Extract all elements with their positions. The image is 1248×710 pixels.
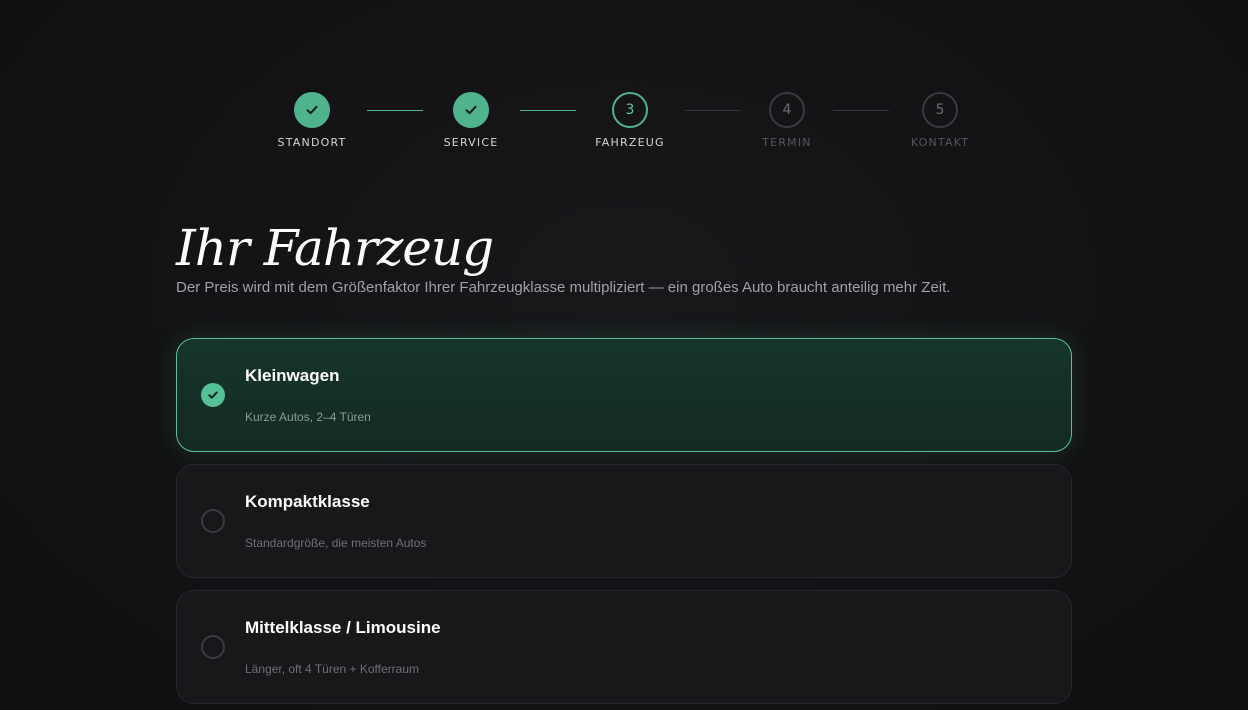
step-circle-1[interactable] (294, 92, 330, 128)
vehicle-class-options: Kleinwagen Kurze Autos, 2–4 Türen Kompak… (176, 338, 1072, 710)
step-kontakt: 5 KONTAKT (880, 92, 1000, 149)
step-termin: 4 TERMIN (727, 92, 847, 149)
step-fahrzeug[interactable]: 3 FAHRZEUG (570, 92, 690, 149)
page-subtitle: Der Preis wird mit dem Größenfaktor Ihre… (176, 279, 951, 296)
option-title: Kompaktklasse (245, 492, 370, 511)
option-kleinwagen[interactable]: Kleinwagen Kurze Autos, 2–4 Türen (176, 338, 1072, 452)
step-standort[interactable]: STANDORT (252, 92, 372, 149)
step-circle-3[interactable]: 3 (612, 92, 648, 128)
option-mittelklasse[interactable]: Mittelklasse / Limousine Länger, oft 4 T… (176, 590, 1072, 704)
option-description: Standardgröße, die meisten Autos (245, 536, 427, 550)
step-label-5: KONTAKT (910, 136, 970, 149)
radio-unselected[interactable] (201, 635, 225, 659)
step-label-4: TERMIN (762, 136, 812, 149)
step-label-1: STANDORT (277, 136, 347, 149)
step-label-2: SERVICE (443, 136, 499, 149)
check-icon (306, 105, 318, 115)
check-icon (208, 391, 218, 399)
page-title: Ihr Fahrzeug (176, 219, 494, 277)
option-title: Kleinwagen (245, 366, 340, 385)
step-label-3: FAHRZEUG (595, 136, 665, 149)
check-icon (465, 105, 477, 115)
option-description: Kurze Autos, 2–4 Türen (245, 410, 371, 424)
radio-selected[interactable] (201, 383, 225, 407)
step-circle-2[interactable] (453, 92, 489, 128)
step-service[interactable]: SERVICE (411, 92, 531, 149)
progress-stepper: STANDORT SERVICE 3 FAHRZEUG 4 TERMIN 5 K… (0, 92, 1248, 152)
radio-unselected[interactable] (201, 509, 225, 533)
page: STANDORT SERVICE 3 FAHRZEUG 4 TERMIN 5 K… (0, 0, 1248, 710)
step-circle-4: 4 (769, 92, 805, 128)
option-kompaktklasse[interactable]: Kompaktklasse Standardgröße, die meisten… (176, 464, 1072, 578)
option-description: Länger, oft 4 Türen + Kofferraum (245, 662, 419, 676)
option-title: Mittelklasse / Limousine (245, 618, 441, 637)
step-circle-5: 5 (922, 92, 958, 128)
